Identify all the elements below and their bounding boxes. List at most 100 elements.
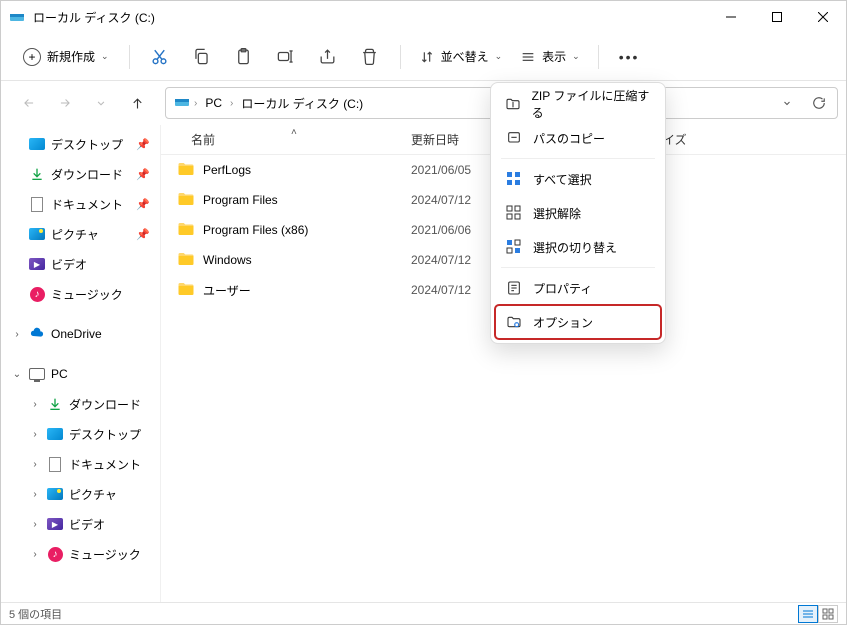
video-icon: ▶: [47, 516, 63, 532]
close-button[interactable]: [800, 1, 846, 33]
sidebar-quick-item[interactable]: ドキュメント📌: [1, 189, 160, 219]
sidebar-pc-item[interactable]: › ピクチャ: [1, 479, 160, 509]
sidebar-pc-item[interactable]: ›ドキュメント: [1, 449, 160, 479]
col-size[interactable]: サイズ: [651, 131, 846, 148]
pc-icon: [29, 366, 45, 382]
options-icon: [505, 313, 523, 331]
back-button[interactable]: [13, 87, 45, 119]
drive-icon: [174, 94, 190, 113]
sidebar-quick-item[interactable]: ピクチャ 📌: [1, 219, 160, 249]
sidebar-item-label: ダウンロード: [69, 396, 141, 413]
desktop-icon: [29, 136, 45, 152]
document-icon: [29, 196, 45, 212]
sidebar-quick-item[interactable]: デスクトップ📌: [1, 129, 160, 159]
sort-label: 並べ替え: [441, 48, 489, 65]
maximize-button[interactable]: [754, 1, 800, 33]
minimize-button[interactable]: [708, 1, 754, 33]
video-icon: ▶: [29, 256, 45, 272]
view-switch: [798, 605, 838, 623]
forward-button[interactable]: [49, 87, 81, 119]
view-icon: [520, 49, 536, 65]
sidebar-pc-item[interactable]: ›♪ミュージック: [1, 539, 160, 569]
menu-separator: [501, 158, 655, 159]
separator: [598, 45, 599, 69]
picture-icon: [29, 226, 45, 242]
document-icon: [47, 456, 63, 472]
sidebar-item-label: ミュージック: [69, 546, 141, 563]
pin-icon: 📌: [136, 228, 150, 241]
window-title: ローカル ディスク (C:): [33, 9, 708, 26]
download-icon: [47, 396, 63, 412]
onedrive-icon: [29, 326, 45, 342]
ctx-invert-selection[interactable]: 選択の切り替え: [495, 230, 661, 264]
new-button[interactable]: + 新規作成 ⌄: [13, 42, 119, 72]
pin-icon: 📌: [136, 198, 150, 211]
more-button[interactable]: •••: [609, 43, 650, 71]
sort-icon: [419, 49, 435, 65]
view-button[interactable]: 表示 ⌄: [512, 42, 588, 71]
chevron-right-icon: ›: [29, 519, 41, 530]
select-all-icon: [505, 170, 523, 188]
sidebar-pc-item[interactable]: ›▶ビデオ: [1, 509, 160, 539]
up-button[interactable]: [121, 87, 153, 119]
chevron-down-icon: ⌄: [495, 51, 503, 62]
sidebar-quick-item[interactable]: ♪ ミュージック: [1, 279, 160, 309]
file-name: Windows: [203, 253, 252, 267]
sidebar-item-label: ピクチャ: [69, 486, 117, 503]
breadcrumb-sep: ›: [194, 98, 197, 109]
sidebar-item-label: ビデオ: [51, 256, 87, 273]
menu-separator: [501, 267, 655, 268]
delete-button[interactable]: [350, 39, 390, 75]
file-name: Program Files: [203, 193, 278, 207]
chevron-right-icon: ›: [11, 329, 23, 340]
address-dropdown[interactable]: [773, 89, 801, 117]
sidebar-pc-item[interactable]: ›デスクトップ: [1, 419, 160, 449]
picture-icon: [47, 486, 63, 502]
rename-button[interactable]: [266, 39, 306, 75]
file-name: ユーザー: [203, 282, 251, 299]
sort-button[interactable]: 並べ替え ⌄: [411, 42, 511, 71]
chevron-down-icon: ⌄: [101, 51, 109, 62]
chevron-down-icon: ⌄: [572, 51, 580, 62]
ctx-compress-zip[interactable]: ZIP ファイルに圧縮する: [495, 87, 661, 121]
ctx-properties[interactable]: プロパティ: [495, 271, 661, 305]
sidebar-onedrive[interactable]: › OneDrive: [1, 319, 160, 349]
sidebar-quick-item[interactable]: ダウンロード📌: [1, 159, 160, 189]
breadcrumb-drive[interactable]: ローカル ディスク (C:): [237, 93, 367, 114]
download-icon: [29, 166, 45, 182]
sidebar-pc[interactable]: ⌄ PC: [1, 359, 160, 389]
chevron-right-icon: ›: [29, 459, 41, 470]
sidebar-pc-item[interactable]: › ダウンロード: [1, 389, 160, 419]
sidebar-item-label: デスクトップ: [51, 136, 123, 153]
ctx-copy-path[interactable]: パスのコピー: [495, 121, 661, 155]
chevron-right-icon: ›: [29, 429, 41, 440]
chevron-right-icon: ›: [29, 399, 41, 410]
chevron-right-icon: ›: [29, 489, 41, 500]
recent-dropdown[interactable]: [85, 87, 117, 119]
breadcrumb-pc[interactable]: PC: [201, 94, 226, 112]
ctx-select-all[interactable]: すべて選択: [495, 162, 661, 196]
sidebar-item-label: ピクチャ: [51, 226, 99, 243]
file-name: Program Files (x86): [203, 223, 308, 237]
folder-icon: [177, 191, 195, 210]
copy-button[interactable]: [182, 39, 222, 75]
cut-button[interactable]: [140, 39, 180, 75]
ctx-select-none[interactable]: 選択解除: [495, 196, 661, 230]
pin-icon: 📌: [136, 168, 150, 181]
refresh-button[interactable]: [805, 89, 833, 117]
thumbnails-view-button[interactable]: [818, 605, 838, 623]
sidebar-item-label: ミュージック: [51, 286, 123, 303]
properties-icon: [505, 279, 523, 297]
drive-icon: [9, 9, 25, 25]
sidebar-quick-item[interactable]: ▶ ビデオ: [1, 249, 160, 279]
nav-row: › PC › ローカル ディスク (C:): [1, 81, 846, 125]
music-icon: ♪: [29, 286, 45, 302]
music-icon: ♪: [47, 546, 63, 562]
share-button[interactable]: [308, 39, 348, 75]
details-view-button[interactable]: [798, 605, 818, 623]
ctx-options[interactable]: オプション: [495, 305, 661, 339]
chevron-down-icon: ⌄: [11, 369, 23, 380]
zip-icon: [505, 95, 522, 113]
col-name[interactable]: 名前 ˄: [161, 131, 411, 148]
paste-button[interactable]: [224, 39, 264, 75]
